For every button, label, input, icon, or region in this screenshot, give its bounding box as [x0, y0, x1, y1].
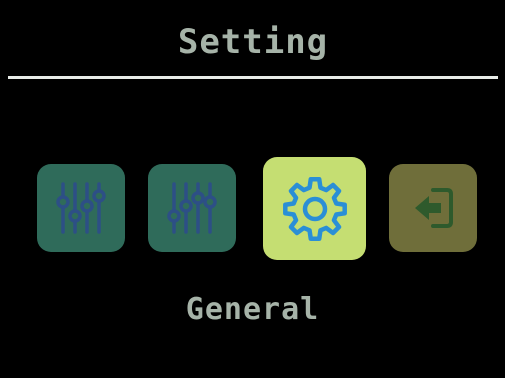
gear-icon [282, 176, 347, 241]
menu-tile-exit[interactable] [389, 164, 477, 252]
screen-title: Setting [177, 22, 329, 62]
sliders-icon [56, 182, 106, 234]
sliders-icon [167, 182, 217, 234]
menu-tile-sliders-1[interactable] [37, 164, 125, 252]
selected-item-label: General [185, 292, 320, 327]
exit-icon [415, 188, 453, 228]
header-divider [8, 76, 498, 79]
menu-tile-sliders-2[interactable] [148, 164, 236, 252]
menu-tile-general[interactable] [263, 157, 366, 260]
header-bar: Setting [8, 10, 498, 74]
